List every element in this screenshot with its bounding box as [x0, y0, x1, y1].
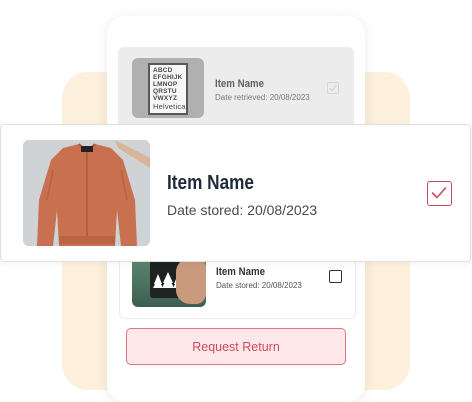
jacket-image: [23, 140, 150, 246]
item-title: Item Name: [216, 266, 265, 278]
list-item-mug[interactable]: Item Name Date stored: 20/08/2023: [119, 254, 356, 319]
poster-brand: Helvetica: [153, 102, 186, 111]
item-date: Date stored: 20/08/2023: [167, 202, 318, 218]
item-thumbnail-jacket: [23, 140, 150, 246]
list-item-jacket-focused[interactable]: Item Name Date stored: 20/08/2023: [0, 124, 471, 262]
stage: ABCD EFGHIJK LMNOP QRSTU VWXYZ Helvetica…: [0, 0, 472, 402]
check-icon: [329, 84, 337, 92]
hand-image: [176, 258, 206, 304]
poster-line: VWXYZ: [153, 95, 178, 102]
poster-line: QRSTU: [153, 88, 177, 95]
list-item-retrieved[interactable]: ABCD EFGHIJK LMNOP QRSTU VWXYZ Helvetica…: [118, 47, 354, 129]
item-thumbnail-poster: ABCD EFGHIJK LMNOP QRSTU VWXYZ Helvetica: [132, 58, 204, 118]
helvetica-poster-image: ABCD EFGHIJK LMNOP QRSTU VWXYZ Helvetica: [148, 63, 188, 115]
request-return-button[interactable]: Request Return: [126, 328, 346, 365]
item-title: Item Name: [167, 172, 254, 194]
item-checkbox-checked[interactable]: [427, 181, 452, 206]
item-date: Date stored: 20/08/2023: [216, 281, 302, 290]
poster-line: EFGHIJK: [153, 74, 183, 81]
poster-line: LMNOP: [153, 81, 178, 88]
poster-line: ABCD: [153, 67, 173, 74]
check-icon: [431, 187, 447, 199]
item-checkbox[interactable]: [329, 270, 342, 283]
item-checkbox[interactable]: [327, 82, 339, 94]
item-date: Date retrieved: 20/08/2023: [215, 93, 310, 102]
item-title: Item Name: [215, 78, 264, 90]
